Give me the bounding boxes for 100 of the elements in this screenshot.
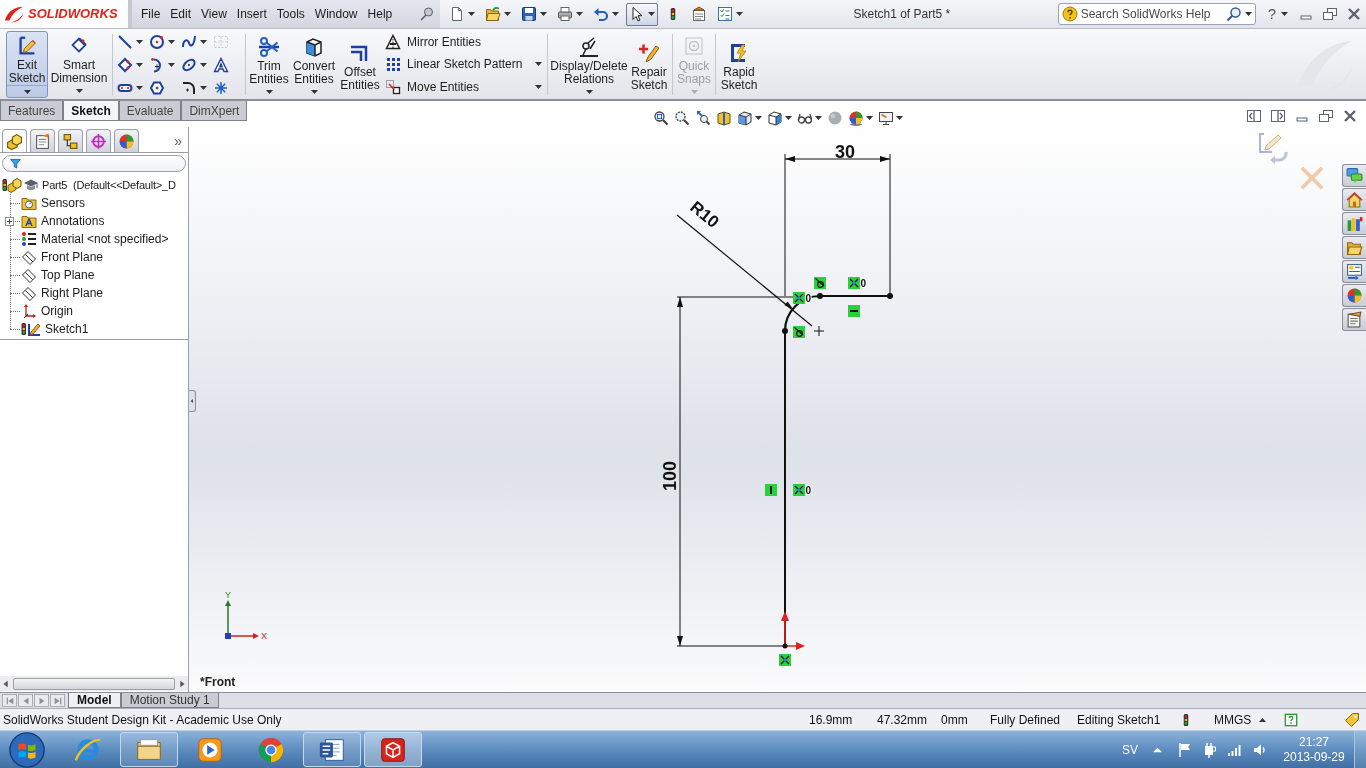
windows-start-icon[interactable] (8, 730, 46, 768)
skip-first-icon[interactable] (4, 695, 15, 706)
skip-last-icon[interactable] (52, 695, 63, 706)
task-pane-tab[interactable] (1342, 236, 1366, 259)
tree-item[interactable]: Sketch1 (21, 320, 89, 338)
open-folder-icon (485, 6, 501, 22)
scrollbar-thumb[interactable] (13, 677, 175, 690)
tree-item[interactable]: Part5 (Default<<Default>_D (0, 176, 176, 194)
clock-date[interactable]: 2013-09-29 (1283, 749, 1345, 765)
pushpin-icon[interactable] (419, 6, 435, 22)
move-button[interactable]: Move Entities (385, 75, 545, 98)
manager-tab[interactable] (30, 129, 55, 152)
help-icon[interactable] (1284, 712, 1298, 727)
search-icon[interactable] (1225, 6, 1242, 22)
view-dropdown-button[interactable] (877, 110, 903, 126)
command-tab[interactable]: Evaluate (118, 101, 182, 121)
blocks-icon (6, 132, 23, 150)
notepad-icon (1346, 311, 1363, 328)
smart-dimension-button[interactable]: Smart Dimension (50, 31, 108, 98)
caret-icon (200, 85, 207, 90)
taskbar-app-button[interactable] (364, 732, 422, 767)
help-button[interactable]: ? (1267, 0, 1288, 28)
zoom-area-icon[interactable] (673, 110, 690, 126)
section-view-icon[interactable] (715, 110, 732, 126)
relations-button[interactable]: Display/Delete Relations (550, 31, 628, 98)
rapid-sketch-button[interactable]: Rapid Sketch (718, 31, 760, 98)
tree-item[interactable]: Right Plane (21, 284, 104, 302)
model-view-tab[interactable]: Motion Study 1 (120, 693, 219, 708)
filter-field[interactable] (2, 155, 186, 172)
model-view-tab[interactable]: Model (68, 693, 121, 708)
linear-pattern-button[interactable]: Linear Sketch Pattern (385, 53, 545, 76)
restore-icon[interactable] (1318, 108, 1334, 124)
caret-icon (310, 90, 318, 94)
expand-icon[interactable] (5, 217, 14, 226)
taskbar-app-button[interactable] (303, 732, 361, 767)
command-tab[interactable]: DimXpert (181, 101, 248, 121)
triad-icon (225, 600, 259, 639)
folder-gauge-icon (21, 195, 37, 211)
manager-tab[interactable] (86, 129, 111, 152)
tree-item[interactable]: Sensors (21, 194, 86, 212)
repair-button[interactable]: Repair Sketch (628, 31, 670, 98)
command-tab[interactable]: Sketch (63, 101, 119, 121)
trim-button[interactable]: Trim Entities (248, 31, 290, 98)
coincident-relation-icon (779, 654, 791, 666)
menu-item[interactable]: View (196, 5, 232, 23)
books-icon (1346, 215, 1363, 232)
folder-annotation-icon (21, 213, 37, 229)
view-dropdown-button[interactable] (736, 110, 762, 126)
scroll-left-icon[interactable] (1, 678, 11, 689)
close-icon[interactable] (1342, 108, 1358, 124)
status-message: SolidWorks Student Design Kit - Academic Use Only (3, 711, 282, 729)
point-icon (213, 79, 229, 96)
search-field[interactable]: Search SolidWorks Help (1057, 3, 1256, 25)
tree-item[interactable]: Origin (21, 302, 73, 320)
task-pane-tab[interactable] (1342, 260, 1366, 283)
task-pane-tab[interactable] (1342, 308, 1366, 331)
task-pane-tab[interactable] (1342, 188, 1366, 211)
manager-tab[interactable] (2, 129, 27, 152)
tree-item[interactable]: Annotations (21, 212, 105, 230)
sketch-point (817, 293, 823, 299)
command-tab[interactable]: Features (0, 101, 64, 121)
menu-item[interactable]: Help (362, 5, 398, 23)
convert-button[interactable]: Convert Entities (290, 31, 338, 98)
vertical-relation-icon (765, 484, 777, 496)
task-pane-tab[interactable] (1342, 164, 1366, 187)
menu-item[interactable]: Tools (271, 5, 310, 23)
tree-item[interactable]: Front Plane (21, 248, 104, 266)
tag-icon[interactable] (1344, 711, 1360, 728)
plug-icon[interactable] (1202, 741, 1218, 758)
menu-item[interactable]: Edit (165, 5, 197, 23)
close-icon[interactable] (1346, 6, 1362, 22)
tile-left-icon[interactable] (1246, 108, 1262, 124)
task-pane-tab[interactable] (1342, 284, 1366, 307)
view-dropdown-button[interactable] (847, 110, 873, 126)
previous-view-icon[interactable] (694, 110, 711, 126)
sketch-point (887, 293, 893, 299)
panel-collapse-handle[interactable] (189, 390, 196, 412)
menu-item[interactable]: File (136, 5, 166, 23)
zoom-fit-icon[interactable] (652, 110, 669, 126)
taskbar-app-button[interactable] (120, 732, 178, 767)
menu-item[interactable]: Window (309, 5, 363, 23)
more-tabs-button[interactable]: » (174, 130, 182, 152)
select-button[interactable] (626, 2, 658, 26)
offset-button[interactable]: Offset Entities (338, 31, 382, 98)
task-pane-tab[interactable] (1342, 212, 1366, 235)
tree-item[interactable]: Top Plane (21, 266, 95, 284)
view-dropdown-button[interactable] (766, 110, 792, 126)
menu-item[interactable]: Insert (231, 5, 272, 23)
horizontal-scrollbar[interactable] (0, 676, 188, 691)
coincident-relation-icon (793, 292, 805, 304)
exit-sketch-button[interactable]: Exit Sketch (6, 31, 48, 98)
units-button[interactable]: MMGS (1214, 710, 1266, 729)
restore-icon[interactable] (1322, 6, 1338, 22)
scroll-right-icon[interactable] (177, 678, 187, 689)
mirror-button[interactable]: Mirror Entities (385, 31, 545, 54)
manager-tab[interactable] (114, 129, 139, 152)
tile-right-icon[interactable] (1270, 108, 1286, 124)
flag-icon[interactable] (1177, 741, 1193, 758)
tree-item[interactable]: Material <not specified> (21, 230, 169, 248)
manager-tab[interactable] (58, 129, 83, 152)
